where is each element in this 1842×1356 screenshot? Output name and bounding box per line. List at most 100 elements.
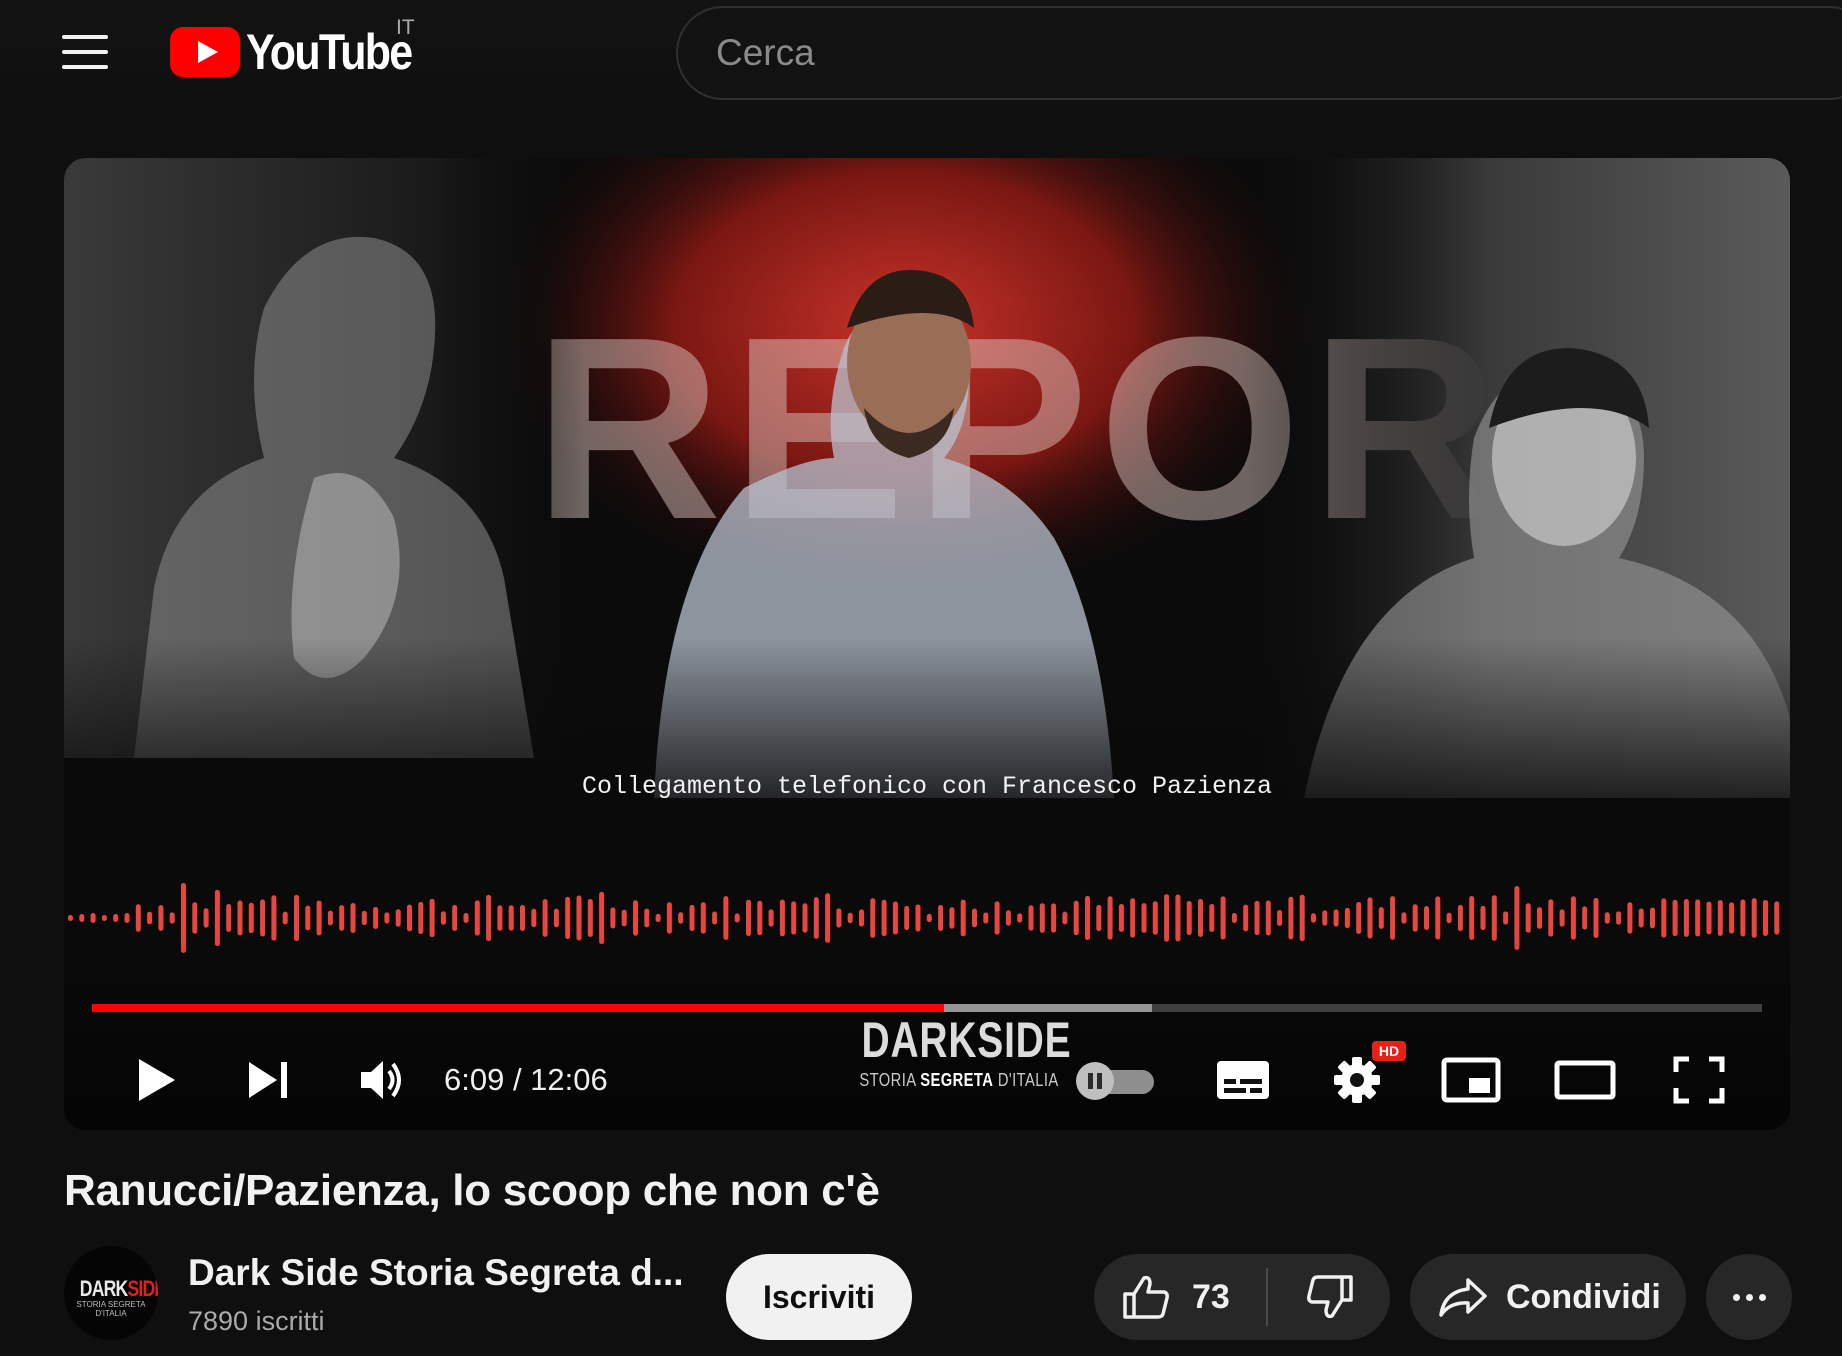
waveform-bar [1096,904,1102,932]
thumbs-down-icon [1307,1275,1353,1319]
waveform-bar [520,904,525,932]
waveform-bar [1277,909,1283,927]
waveform-bar [407,904,412,932]
waveform-bar [124,913,130,923]
waveform-bar [101,915,107,921]
video-player[interactable]: REPOR Collegamento telefonico con France… [64,158,1790,1130]
waveform-bar [1322,910,1328,926]
channel-name[interactable]: Dark Side Storia Segreta d... [188,1252,684,1294]
waveform-bar [282,911,288,925]
next-button[interactable] [232,1038,306,1122]
waveform-bar [147,911,153,925]
waveform-bar [203,908,209,928]
waveform-bar [553,908,559,928]
waveform-bar [689,904,695,932]
fullscreen-icon [1673,1056,1725,1104]
theater-icon [1554,1060,1616,1100]
waveform-bar [1141,903,1147,933]
share-arrow-icon [1439,1278,1487,1317]
waveform-bar [1424,905,1429,931]
waveform-bar [621,909,627,927]
waveform-bar [904,905,910,931]
menu-button[interactable] [60,30,110,74]
top-bar: YouTube IT [0,0,1842,118]
hamburger-icon-line [62,65,108,69]
waveform-bar [327,910,333,926]
like-dislike-group: 73 [1094,1254,1390,1340]
waveform-bar [497,905,503,931]
waveform-bar [938,904,944,932]
waveform-bar [1243,904,1249,932]
theater-mode-button[interactable] [1542,1038,1628,1122]
waveform-bar [1017,913,1023,923]
more-dots-icon [1745,1293,1753,1301]
waveform-bar [1604,912,1610,924]
waveform-bar [1005,910,1011,926]
subscribe-button[interactable]: Iscriviti [726,1254,912,1340]
skip-next-icon [249,1062,287,1098]
more-actions-button[interactable] [1706,1254,1792,1340]
waveform-bar [1729,902,1735,934]
subtitles-button[interactable] [1200,1038,1286,1122]
waveform-bar [926,913,932,923]
hd-badge: HD [1372,1041,1406,1061]
dislike-button[interactable] [1270,1254,1390,1340]
waveform-bar [712,911,718,925]
waveform-bar [452,904,458,932]
like-count: 73 [1192,1277,1230,1316]
volume-button[interactable] [346,1038,420,1122]
waveform-bar [1650,907,1655,929]
waveform-bar [361,910,367,926]
thumbs-up-icon [1123,1275,1169,1319]
watermark-title: DARKSIDE [861,1012,1072,1068]
waveform-bar [158,905,164,931]
waveform-bar [79,914,85,922]
waveform-bar [1039,903,1045,933]
waveform-bar [1525,903,1531,933]
waveform-bar [1503,911,1509,925]
waveform-bar [531,908,537,928]
waveform-bar [666,902,672,934]
youtube-play-logo-icon [170,27,240,77]
waveform-bar [90,913,96,923]
search-box[interactable] [676,6,1842,100]
waveform-bar [169,912,175,924]
waveform-bar [802,903,808,933]
waveform-bar [373,906,379,930]
waveform-bar [1638,908,1644,928]
waveform-bar [1401,912,1407,924]
share-label: Condividi [1506,1277,1661,1316]
waveform-bar [1231,912,1237,924]
waveform-bar [339,905,345,931]
waveform-bar [972,908,977,928]
search-input[interactable] [716,32,1716,74]
waveform-bar [1446,912,1452,924]
channel-watermark[interactable]: DARKSIDE STORIA SEGRETA D'ITALIA [834,1010,1084,1110]
pause-icon [1076,1062,1114,1100]
play-button[interactable] [120,1038,194,1122]
play-icon [139,1059,175,1101]
miniplayer-button[interactable] [1428,1038,1514,1122]
avatar-logo-text: DARKSIDE [79,1276,158,1301]
waveform-bar [68,915,73,921]
waveform-bar [395,909,401,927]
waveform-bar [135,904,141,932]
channel-avatar[interactable]: DARKSIDE STORIA SEGRETA D'ITALIA [64,1246,158,1340]
waveform-bar [734,913,740,923]
waveform-bar [463,913,469,923]
waveform-bar [1457,904,1463,932]
share-button[interactable]: Condividi [1410,1254,1686,1340]
miniplayer-icon [1441,1057,1501,1103]
waveform-bar [1118,904,1124,932]
fullscreen-button[interactable] [1656,1038,1742,1122]
waveform-bar [1051,903,1057,933]
waveform-bar [655,913,661,923]
volume-icon [361,1061,401,1099]
like-button[interactable]: 73 [1094,1254,1266,1340]
hamburger-icon-line [62,35,108,39]
waveform-bar [305,905,311,931]
waveform-bar [983,912,989,924]
waveform-bar [1537,907,1542,929]
waveform-bar [1378,907,1384,929]
autoplay-toggle[interactable] [1076,1058,1156,1102]
